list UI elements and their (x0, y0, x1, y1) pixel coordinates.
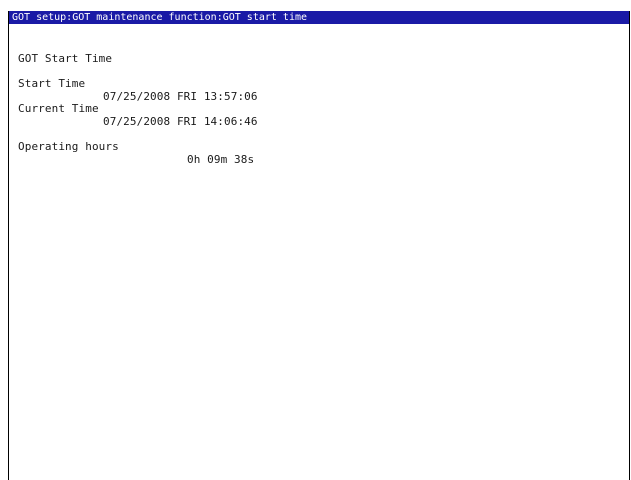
current-time-value: 07/25/2008 FRI 14:06:46 (103, 115, 258, 128)
got-screen: GOT setup:GOT maintenance function:GOT s… (8, 11, 630, 480)
operating-hours-label: Operating hours (18, 140, 119, 153)
current-time-label: Current Time (18, 102, 99, 115)
start-time-label: Start Time (18, 77, 86, 90)
operating-hours-value: 0h 09m 38s (187, 153, 255, 166)
start-time-value: 07/25/2008 FRI 13:57:06 (103, 90, 258, 103)
page-heading: GOT Start Time (18, 52, 113, 65)
title-bar: GOT setup:GOT maintenance function:GOT s… (9, 11, 629, 24)
